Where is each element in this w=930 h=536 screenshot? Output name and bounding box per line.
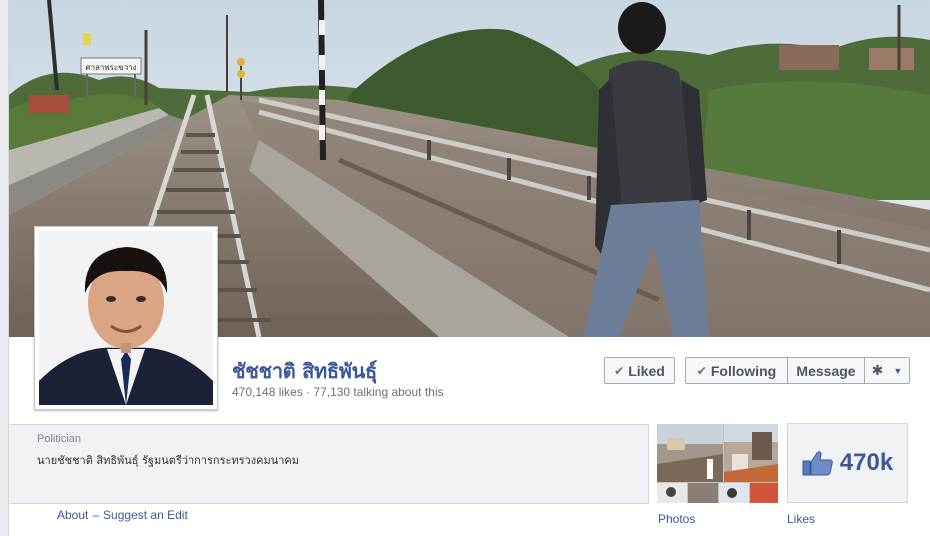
photos-label[interactable]: Photos [658,512,695,526]
page-stats: 470,148 likes · 77,130 talking about thi… [232,385,444,399]
check-icon: ✔ [614,363,625,378]
likes-count-text[interactable]: 470,148 likes [232,385,303,399]
following-button-label: Following [710,362,777,379]
about-box: Politician นายชัชชาติ สิทธิพันธุ์ รัฐมนต… [9,424,649,504]
page-category: Politician [37,433,82,445]
following-button[interactable]: ✔ Following [686,358,788,383]
likes-count: 470k [839,449,894,476]
settings-dropdown-button[interactable]: ✱ ▼ [865,358,909,383]
profile-picture[interactable] [34,226,218,410]
likes-label[interactable]: Likes [787,512,815,526]
caret-down-icon: ▼ [893,365,903,376]
check-icon: ✔ [696,363,707,378]
link-separator: – [92,508,100,522]
stats-separator: · [302,385,314,399]
about-links: About – Suggest an Edit [57,508,188,522]
about-link[interactable]: About [57,508,88,522]
page-left-edge [0,0,9,536]
page-title[interactable]: ชัชชาติ สิทธิพันธุ์ [232,355,377,387]
gear-icon: ✱ [871,362,884,378]
station-sign: ศาลาพระขวาง [85,63,136,72]
suggest-edit-link[interactable]: Suggest an Edit [103,508,188,522]
message-button[interactable]: Message [788,358,865,383]
liked-button[interactable]: ✔ Liked [604,357,675,384]
page-description: นายชัชชาติ สิทธิพันธุ์ รัฐมนตรีว่าการกระ… [37,454,300,467]
message-button-label: Message [796,362,856,379]
liked-button-label: Liked [628,362,665,379]
thumbs-up-icon [802,451,833,476]
page-actions-group: ✔ Following Message ✱ ▼ [685,357,910,384]
talking-about-text[interactable]: 77,130 talking about this [313,385,443,399]
likes-tile[interactable]: 470k [787,423,908,503]
photos-thumbnail[interactable] [657,424,778,503]
